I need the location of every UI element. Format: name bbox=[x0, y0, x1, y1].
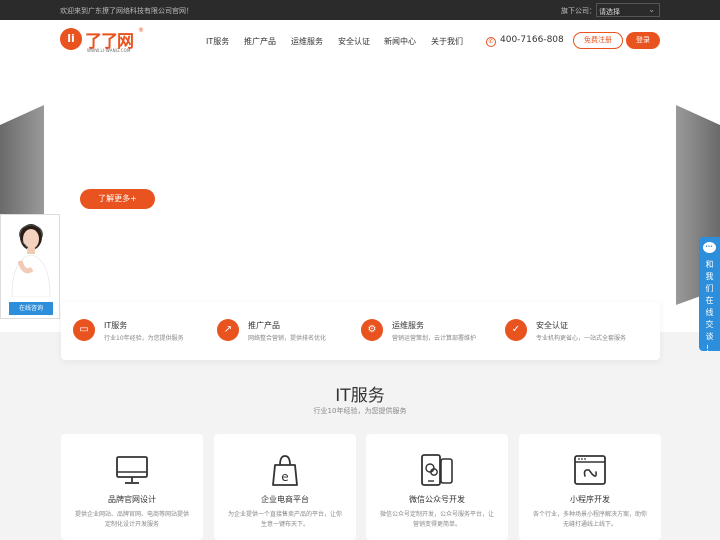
online-consult-widget: 在线咨询 bbox=[0, 214, 60, 319]
welcome-text: 欢迎来到广东撩了网络科技有限公司官网！ bbox=[60, 7, 193, 15]
chat-float-char: 谈 bbox=[705, 332, 714, 341]
card-title: 企业电商平台 bbox=[261, 495, 309, 504]
chat-float-tab[interactable]: 和我们在线交谈 ！ bbox=[699, 237, 720, 353]
card-desc: 提供企业网站、品牌官网、电商等网站提供定制化设计开发服务 bbox=[74, 511, 189, 528]
browser-icon: ▭ bbox=[73, 319, 95, 341]
shield-icon: ✓ bbox=[505, 319, 527, 341]
nav-item-news[interactable]: 新闻中心 bbox=[384, 36, 416, 47]
gear-icon: ⚙ bbox=[361, 319, 383, 341]
service-desc: 专业机构更省心，一站式全套服务 bbox=[536, 335, 627, 342]
card-title: 品牌官网设计 bbox=[108, 495, 156, 504]
chat-float-text: 和我们在线交谈 ！ bbox=[699, 259, 720, 355]
service-desc: 网络整合营销，提供排名优化 bbox=[248, 335, 327, 342]
card-brand-website[interactable]: 品牌官网设计 提供企业网站、品牌官网、电商等网站提供定制化设计开发服务 bbox=[61, 434, 203, 540]
site-header: li 了了网 ® WWW.LI-WANG.COM IT服务 推广产品 运维服务 … bbox=[0, 20, 720, 62]
chat-float-char: 线 bbox=[705, 308, 714, 317]
top-bar: 欢迎来到广东撩了网络科技有限公司官网！ 旗下公司： 请选择 ⌄ bbox=[0, 0, 720, 20]
register-button[interactable]: 免费注册 bbox=[573, 32, 623, 49]
card-ecommerce[interactable]: e 企业电商平台 为企业提供一个直接售卖产品的平台，让你生意一键布天下。 bbox=[214, 434, 356, 540]
sub-company-select[interactable]: 请选择 ⌄ bbox=[596, 3, 660, 17]
card-title: 微信公众号开发 bbox=[409, 495, 465, 504]
chevron-down-icon: ⌄ bbox=[648, 5, 655, 14]
card-miniprogram[interactable]: 小程序开发 各个行业，多种场景小程序解决方案，助你无缝打通线上线下。 bbox=[519, 434, 661, 540]
phone-icon: ✆ bbox=[486, 37, 496, 47]
logo-url: WWW.LI-WANG.COM bbox=[87, 48, 131, 53]
online-consult-button[interactable]: 在线咨询 bbox=[9, 302, 53, 315]
shopping-bag-icon: e bbox=[272, 455, 298, 486]
miniprogram-icon bbox=[574, 455, 606, 485]
service-desc: 行业10年经验，为您提供服务 bbox=[104, 335, 184, 342]
nav-item-ops[interactable]: 运维服务 bbox=[291, 36, 323, 47]
card-wechat-official[interactable]: 微信公众号开发 微信公众号定制开发，公众号服务平台，让营销变得更简单。 bbox=[366, 434, 508, 540]
hotline-number: 400-7166-808 bbox=[500, 35, 564, 45]
sub-company-select-value: 请选择 bbox=[599, 8, 620, 16]
chat-float-char: ！ bbox=[705, 344, 714, 353]
card-desc: 为企业提供一个直接售卖产品的平台，让你生意一键布天下。 bbox=[227, 511, 342, 528]
it-section-subtitle: 行业10年经验，为您提供服务 bbox=[313, 407, 407, 415]
service-item-promotion[interactable]: ↗ 推广产品 网络整合营销，提供排名优化 bbox=[217, 318, 357, 348]
svg-text:e: e bbox=[281, 470, 288, 484]
nav-item-about[interactable]: 关于我们 bbox=[431, 36, 463, 47]
chat-float-char: 们 bbox=[705, 284, 714, 293]
nav-item-it-services[interactable]: IT服务 bbox=[206, 36, 229, 47]
service-desc: 营销运营策划，云计算部署维护 bbox=[392, 335, 477, 342]
service-item-ops[interactable]: ⚙ 运维服务 营销运营策划，云计算部署维护 bbox=[361, 318, 501, 348]
services-strip: ▭ IT服务 行业10年经验，为您提供服务 ↗ 推广产品 网络整合营销，提供排名… bbox=[61, 302, 660, 360]
chat-float-char: 我 bbox=[705, 272, 714, 281]
nav-item-security[interactable]: 安全认证 bbox=[338, 36, 370, 47]
logo-mark: li bbox=[60, 28, 82, 50]
service-title: 安全认证 bbox=[536, 321, 568, 330]
chat-float-char: 在 bbox=[705, 296, 714, 305]
service-title: IT服务 bbox=[104, 321, 128, 330]
learn-more-button[interactable]: 了解更多+ bbox=[80, 189, 155, 209]
hotline: ✆ 400-7166-808 bbox=[486, 35, 564, 47]
customer-service-avatar-icon bbox=[11, 224, 51, 297]
phone-wechat-icon bbox=[421, 454, 453, 486]
monitor-icon bbox=[116, 456, 148, 484]
site-logo[interactable]: li 了了网 ® WWW.LI-WANG.COM bbox=[60, 27, 144, 54]
service-title: 运维服务 bbox=[392, 321, 424, 330]
card-desc: 微信公众号定制开发，公众号服务平台，让营销变得更简单。 bbox=[379, 511, 494, 528]
chat-float-char: 和 bbox=[705, 260, 714, 269]
nav-item-promotion[interactable]: 推广产品 bbox=[244, 36, 276, 47]
chart-icon: ↗ bbox=[217, 319, 239, 341]
chat-bubble-icon bbox=[703, 242, 716, 253]
chat-float-char: 交 bbox=[705, 320, 714, 329]
hero-banner: 了解更多+ bbox=[0, 62, 720, 332]
card-title: 小程序开发 bbox=[570, 495, 610, 504]
registered-mark: ® bbox=[138, 27, 144, 34]
login-button[interactable]: 登录 bbox=[626, 32, 660, 49]
service-title: 推广产品 bbox=[248, 321, 280, 330]
it-section-title: IT服务 bbox=[335, 386, 385, 406]
service-item-it[interactable]: ▭ IT服务 行业10年经验，为您提供服务 bbox=[73, 318, 213, 348]
sub-company-label: 旗下公司： bbox=[561, 7, 596, 15]
card-desc: 各个行业，多种场景小程序解决方案，助你无缝打通线上线下。 bbox=[532, 511, 647, 528]
service-item-security[interactable]: ✓ 安全认证 专业机构更省心，一站式全套服务 bbox=[505, 318, 645, 348]
